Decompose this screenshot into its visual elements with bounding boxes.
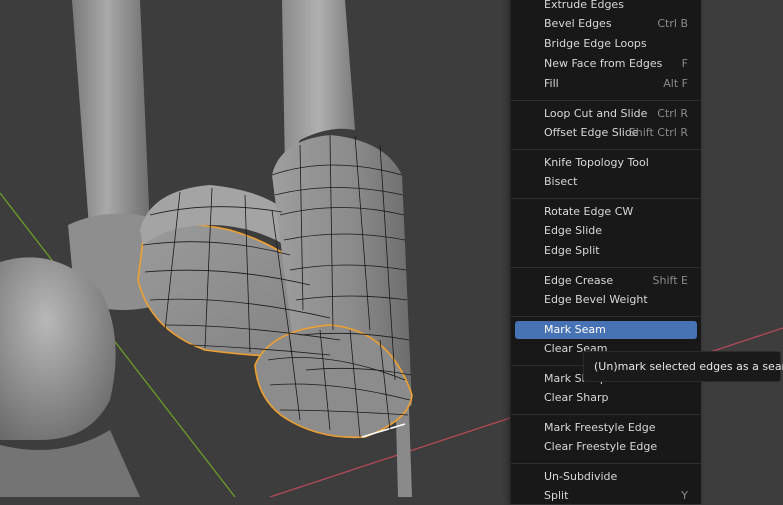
menu-separator [511, 149, 701, 150]
menu-separator [511, 267, 701, 268]
menu-item-clear-freestyle-edge[interactable]: Clear Freestyle Edge [515, 438, 697, 456]
menu-item-mark-freestyle-edge[interactable]: Mark Freestyle Edge [515, 419, 697, 437]
menu-item-mark-seam[interactable]: Mark Seam [515, 321, 697, 339]
menu-item-bridge-edge-loops[interactable]: Bridge Edge Loops [515, 35, 697, 53]
menu-separator [511, 198, 701, 199]
menu-separator [511, 100, 701, 101]
menu-item-edge-slide[interactable]: Edge Slide [515, 222, 697, 240]
menu-item-rotate-edge-cw[interactable]: Rotate Edge CW [515, 203, 697, 221]
menu-item-knife-topology-tool[interactable]: Knife Topology Tool [515, 154, 697, 172]
menu-item-un-subdivide[interactable]: Un-Subdivide [515, 468, 697, 486]
menu-separator [511, 316, 701, 317]
edge-context-menu: Extrude Edges Bevel Edges Ctrl B Bridge E… [510, 0, 701, 504]
menu-item-edge-split[interactable]: Edge Split [515, 242, 697, 260]
menu-separator [511, 463, 701, 464]
menu-item-edge-crease[interactable]: Edge Crease Shift E [515, 272, 697, 290]
menu-item-split[interactable]: Split Y [515, 487, 697, 505]
menu-item-loop-cut-and-slide[interactable]: Loop Cut and Slide Ctrl R [515, 105, 697, 123]
menu-item-extrude-edges[interactable]: Extrude Edges [515, 0, 697, 14]
menu-item-new-face-from-edges[interactable]: New Face from Edges F [515, 55, 697, 73]
menu-item-clear-sharp[interactable]: Clear Sharp [515, 389, 697, 407]
menu-item-fill[interactable]: Fill Alt F [515, 75, 697, 93]
menu-item-edge-bevel-weight[interactable]: Edge Bevel Weight [515, 291, 697, 309]
menu-item-bevel-edges[interactable]: Bevel Edges Ctrl B [515, 15, 697, 33]
mark-seam-tooltip: (Un)mark selected edges as a seam. [583, 351, 783, 382]
menu-item-bisect[interactable]: Bisect [515, 173, 697, 191]
menu-item-offset-edge-slide[interactable]: Offset Edge Slide Shift Ctrl R [515, 124, 697, 142]
menu-separator [511, 414, 701, 415]
